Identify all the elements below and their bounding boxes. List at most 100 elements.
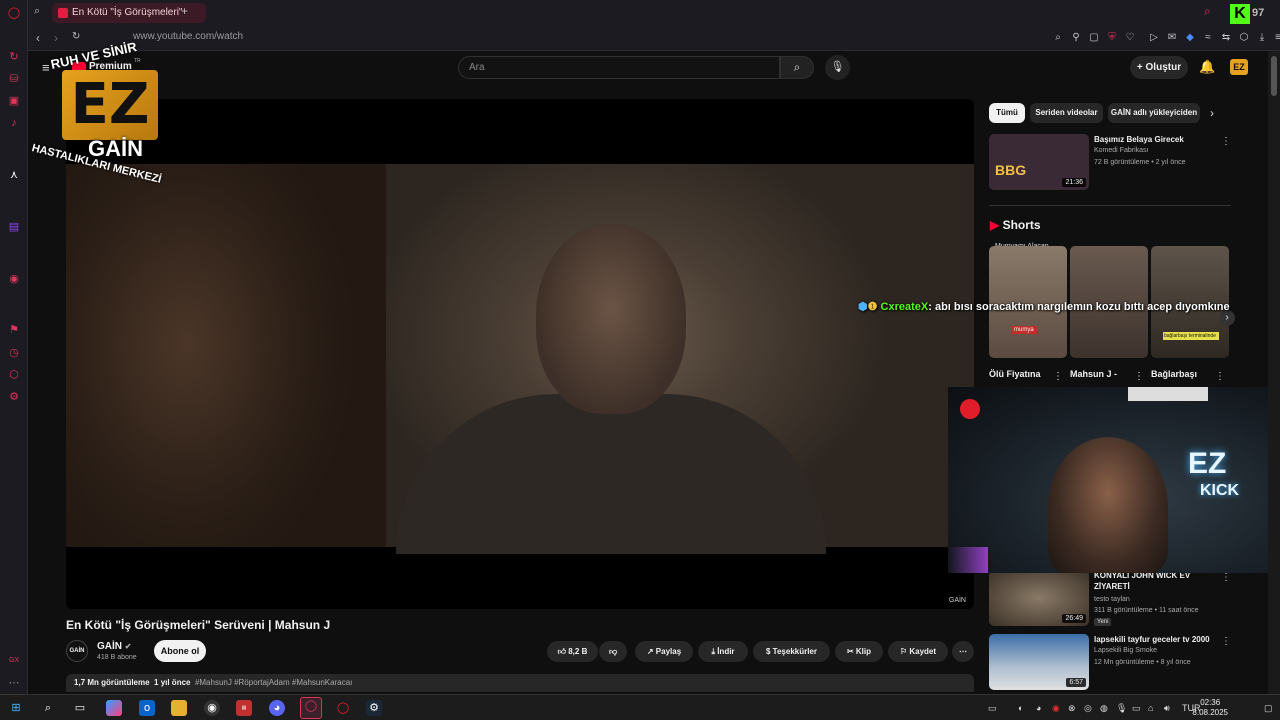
more-options-icon[interactable]: ⋮: [1215, 371, 1225, 382]
clip-button[interactable]: ✂ Klip: [835, 641, 883, 662]
scrollbar-thumb[interactable]: [1271, 56, 1277, 96]
recommendation-channel[interactable]: Lapsekili Big Smoke: [1094, 647, 1157, 654]
sidebar-settings-icon[interactable]: ⚙: [7, 390, 21, 404]
zoom-icon[interactable]: ⌕: [1052, 32, 1064, 44]
sidebar-extensions-icon[interactable]: ⬡: [7, 368, 21, 382]
more-actions-button[interactable]: ⋯: [952, 641, 974, 662]
mic-tray-icon[interactable]: 🎙: [1116, 703, 1127, 714]
voice-search-button[interactable]: 🎙: [825, 55, 850, 80]
short-title[interactable]: Ölü Fiyatına: [989, 369, 1059, 379]
chip-series[interactable]: Seriden videolar: [1030, 103, 1103, 123]
user-avatar[interactable]: EZ: [1230, 59, 1248, 75]
sidebar-gx-icon[interactable]: GX: [7, 654, 21, 668]
description-box[interactable]: 1,7 Mn görüntüleme 1 yıl önce #MahsunJ #…: [66, 674, 974, 692]
search-button[interactable]: ⌕: [780, 56, 814, 79]
volume-icon[interactable]: 🔊︎: [1164, 703, 1170, 714]
like-button[interactable]: 👍︎ 8,2 B: [547, 641, 598, 662]
snapshot-icon[interactable]: ▢: [1088, 32, 1100, 44]
more-options-icon[interactable]: ⋮: [1053, 371, 1063, 382]
menu-icon[interactable]: ≡: [1272, 32, 1280, 44]
channel-name[interactable]: GAİN ✔: [97, 641, 131, 652]
video-player[interactable]: GAİN: [66, 99, 974, 609]
ext-blue-icon[interactable]: ◆: [1184, 32, 1196, 44]
recommendation-title[interactable]: lapsekili tayfur geceler tv 2000: [1094, 634, 1219, 645]
battery-icon[interactable]: ▭: [1132, 703, 1141, 714]
tab-search-icon[interactable]: ⌕: [34, 5, 40, 18]
sidebar-history-icon[interactable]: ◷: [7, 346, 21, 360]
extensions-icon[interactable]: ⬡: [1238, 32, 1250, 44]
clock[interactable]: 02:36 8.08.2025: [1192, 698, 1228, 718]
opera-logo-icon[interactable]: ◯: [7, 6, 21, 20]
tray-icon[interactable]: ▭: [988, 703, 997, 714]
recommendation-channel[interactable]: testo taylan: [1094, 596, 1130, 603]
taskbar-search-icon[interactable]: ⌕: [40, 700, 56, 716]
app-red-icon[interactable]: ▤: [236, 700, 252, 716]
task-view-icon[interactable]: ▭: [72, 700, 88, 716]
hashtags[interactable]: #MahsunJ #RöportajAdam #MahsunKaracaı: [195, 678, 352, 687]
file-explorer-icon[interactable]: [171, 700, 187, 716]
short-title[interactable]: Bağlarbaşı: [1151, 369, 1221, 379]
steam-icon[interactable]: ⚙: [366, 700, 382, 716]
notification-icon[interactable]: ▢: [1264, 703, 1273, 714]
save-button[interactable]: ⚐ Kaydet: [888, 641, 948, 662]
tray-icon[interactable]: ◐: [1018, 703, 1023, 713]
opera-gx-taskbar-icon[interactable]: ◯: [300, 697, 322, 719]
recommendation-thumbnail[interactable]: 6:57: [989, 634, 1089, 690]
dislike-button[interactable]: 👎︎: [599, 641, 627, 662]
thanks-button[interactable]: $ Teşekkürler: [753, 641, 830, 662]
adblock-icon[interactable]: ⛨: [1106, 32, 1118, 44]
more-options-icon[interactable]: ⋮: [1221, 136, 1231, 147]
tray-icon[interactable]: ◕: [1036, 703, 1041, 713]
sidebar-bag-icon[interactable]: ⛁: [7, 72, 21, 86]
pin-icon[interactable]: ⚲: [1070, 32, 1082, 44]
more-options-icon[interactable]: ⋮: [1134, 371, 1144, 382]
ext-translate-icon[interactable]: ⇆: [1220, 32, 1232, 44]
recommendation-title[interactable]: Başımız Belaya Girecek: [1094, 134, 1219, 145]
subscribe-button[interactable]: Abone ol: [154, 640, 206, 662]
notification-bell-icon[interactable]: 🔔: [1199, 59, 1215, 75]
download-button[interactable]: ⤓ İndir: [698, 641, 748, 662]
play-icon[interactable]: ▷: [1148, 32, 1160, 44]
kick-logo-icon[interactable]: K: [1230, 4, 1250, 24]
heart-icon[interactable]: ♡: [1124, 32, 1136, 44]
sidebar-pin-icon[interactable]: ⚑: [7, 323, 21, 337]
sidebar-refresh-icon[interactable]: ↻: [7, 50, 21, 64]
recommendation-channel[interactable]: Komedi Fabrikası: [1094, 147, 1148, 154]
create-button[interactable]: + Oluştur: [1130, 56, 1188, 79]
tray-icon[interactable]: ◉: [1052, 703, 1060, 714]
recommendation-title[interactable]: KONYALI JOHN WICK EV ZİYARETİ: [1094, 570, 1219, 592]
sidebar-player-icon[interactable]: ◉: [7, 272, 21, 286]
more-options-icon[interactable]: ⋮: [1221, 572, 1231, 583]
opera-taskbar-icon[interactable]: ◯: [335, 700, 351, 716]
mail-icon[interactable]: ✉: [1166, 32, 1178, 44]
chips-next-icon[interactable]: ›: [1210, 106, 1214, 120]
network-icon[interactable]: ⌂: [1148, 703, 1153, 713]
start-icon[interactable]: ⊞: [8, 700, 24, 716]
recommendation-item[interactable]: 6:57 lapsekili tayfur geceler tv 2000 La…: [989, 634, 1231, 692]
sidebar-music-icon[interactable]: ♪: [7, 116, 21, 130]
discord-icon[interactable]: ◕: [269, 700, 285, 716]
more-options-icon[interactable]: ⋮: [1221, 636, 1231, 647]
sidebar-twitch-icon[interactable]: ▤: [7, 220, 21, 234]
short-title[interactable]: Mahsun J -: [1070, 369, 1140, 379]
chip-all[interactable]: Tümü: [989, 103, 1025, 123]
tray-icon[interactable]: ⊗: [1068, 703, 1076, 714]
outlook-icon[interactable]: o: [139, 700, 155, 716]
new-tab-button[interactable]: +: [181, 4, 188, 18]
search-input[interactable]: Ara: [458, 56, 780, 79]
recommendation-thumbnail[interactable]: 26:49: [989, 570, 1089, 626]
ext-wave-icon[interactable]: ≈: [1202, 32, 1214, 44]
recommendation-item[interactable]: BBG 21:36 Başımız Belaya Girecek Komedi …: [989, 134, 1231, 192]
download-icon[interactable]: ⤓: [1256, 32, 1268, 44]
recommendation-thumbnail[interactable]: BBG 21:36: [989, 134, 1089, 190]
chip-uploader[interactable]: GAİN adlı yükleyiciden: [1108, 103, 1200, 123]
obs-icon[interactable]: ◉: [204, 700, 220, 716]
tray-icon[interactable]: ◎: [1084, 703, 1092, 714]
recommendation-item[interactable]: 26:49 KONYALI JOHN WICK EV ZİYARETİ test…: [989, 570, 1231, 628]
sidebar-more-icon[interactable]: ⋯: [7, 676, 21, 690]
copilot-icon[interactable]: [106, 700, 122, 716]
browser-search-icon[interactable]: ⌕: [1204, 4, 1211, 19]
sidebar-image-icon[interactable]: ▣: [7, 94, 21, 108]
channel-avatar[interactable]: GAİN: [66, 640, 88, 662]
sidebar-ai-icon[interactable]: ⋏: [7, 168, 21, 182]
